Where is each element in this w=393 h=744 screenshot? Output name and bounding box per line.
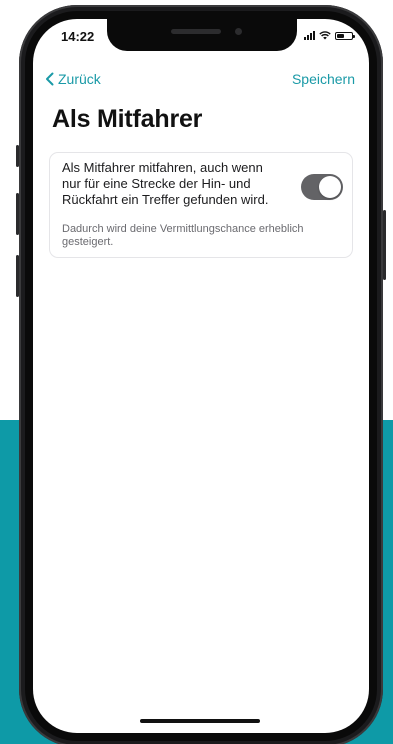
status-icons	[304, 31, 355, 40]
back-button[interactable]: Zurück	[45, 71, 101, 87]
power-button	[383, 210, 386, 280]
battery-icon	[335, 31, 355, 40]
chevron-left-icon	[46, 72, 54, 86]
phone-frame: 14:22 Zurück Speichern Als Mitfahrer Als…	[16, 5, 386, 744]
stage: 14:22 Zurück Speichern Als Mitfahrer Als…	[0, 0, 393, 744]
setting-description: Als Mitfahrer mitfahren, auch wenn nur f…	[62, 160, 269, 207]
ride-along-toggle[interactable]	[301, 174, 343, 200]
signal-icon	[304, 31, 315, 40]
setting-card: Als Mitfahrer mitfahren, auch wenn nur f…	[49, 152, 353, 258]
volume-up-button	[16, 193, 19, 235]
home-indicator[interactable]	[140, 719, 260, 723]
speaker-grille	[171, 29, 221, 34]
back-label: Zurück	[58, 71, 101, 87]
setting-hint: Dadurch wird deine Vermittlungschance er…	[62, 223, 304, 248]
silent-switch	[16, 145, 19, 167]
notch	[107, 19, 297, 51]
wifi-icon	[319, 31, 331, 40]
front-camera	[235, 28, 242, 35]
navigation-bar: Zurück Speichern	[33, 69, 369, 93]
toggle-knob	[319, 176, 341, 198]
save-button[interactable]: Speichern	[292, 71, 355, 87]
volume-down-button	[16, 255, 19, 297]
page-title: Als Mitfahrer	[52, 105, 203, 133]
status-time: 14:22	[61, 29, 95, 44]
phone-screen: 14:22 Zurück Speichern Als Mitfahrer Als…	[33, 19, 369, 733]
